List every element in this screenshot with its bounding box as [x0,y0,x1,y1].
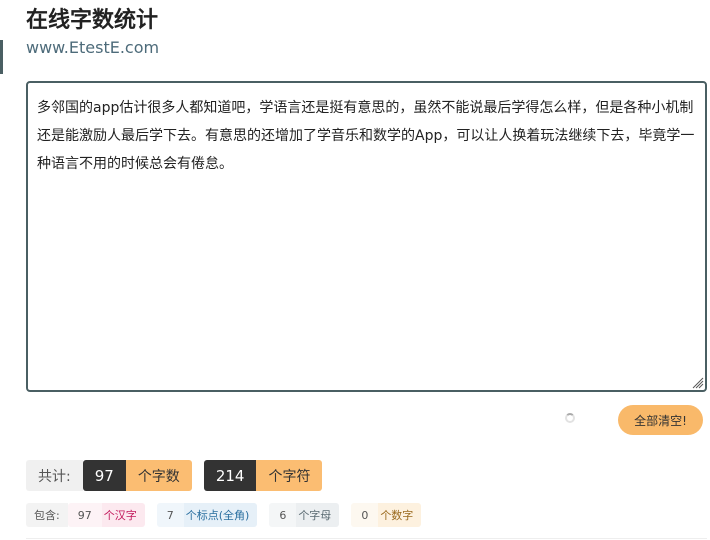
digit-count-unit: 个数字 [378,503,422,527]
hanzi-count-unit: 个汉字 [101,503,145,527]
word-count-value: 97 [82,460,126,491]
word-count-badge: 97 个字数 [82,460,192,491]
bottom-divider [26,538,707,539]
char-count-value: 214 [203,460,257,491]
text-input-container: 多邻国的app估计很多人都知道吧，学语言还是挺有意思的，虽然不能说最后学得怎么样… [26,81,707,392]
site-url: www.EtestE.com [26,38,160,57]
letter-count-unit: 个字母 [296,503,340,527]
clear-all-button[interactable]: 全部清空! [618,405,703,435]
detail-label: 包含: [26,503,68,527]
summary-stats: 共计: 97 个字数 214 个字符 [26,460,323,491]
word-count-unit: 个字数 [125,460,192,491]
punct-count-badge: 7 个标点(全角) [156,503,258,527]
digit-count-value: 0 [351,503,379,527]
punct-count-value: 7 [156,503,184,527]
char-count-badge: 214 个字符 [203,460,323,491]
text-input[interactable]: 多邻国的app估计很多人都知道吧，学语言还是挺有意思的，虽然不能说最后学得怎么样… [28,83,705,390]
detail-stats: 包含: 97 个汉字 7 个标点(全角) 6 个字母 0 个数字 [26,503,422,527]
hanzi-count-value: 97 [67,503,102,527]
letter-count-value: 6 [269,503,297,527]
left-accent-bar [0,40,3,74]
letter-count-badge: 6 个字母 [269,503,340,527]
char-count-unit: 个字符 [256,460,323,491]
summary-label: 共计: [26,460,83,491]
loading-spinner-icon [565,413,575,423]
page-title: 在线字数统计 [26,8,159,33]
punct-count-unit: 个标点(全角) [183,503,258,527]
digit-count-badge: 0 个数字 [351,503,422,527]
hanzi-count-badge: 97 个汉字 [67,503,145,527]
